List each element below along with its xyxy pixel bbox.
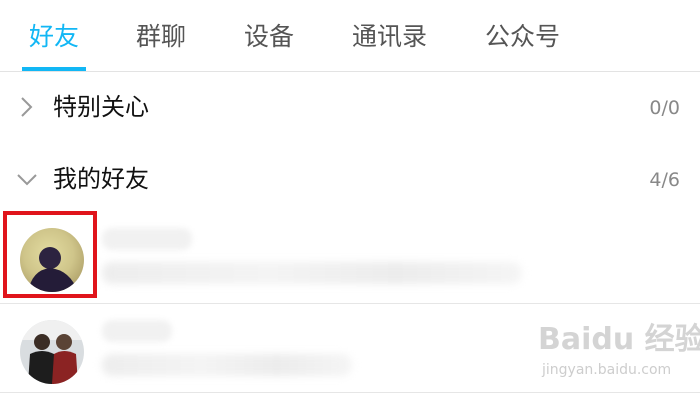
watermark-url: jingyan.baidu.com xyxy=(542,362,672,378)
tab-devices[interactable]: 设备 xyxy=(244,20,294,54)
group-count: 0/0 xyxy=(649,97,680,119)
tab-contacts[interactable]: 通讯录 xyxy=(352,20,427,54)
friend-status-blurred xyxy=(102,354,352,376)
group-title: 特别关心 xyxy=(53,93,149,121)
friend-status-blurred xyxy=(102,262,522,284)
group-title: 我的好友 xyxy=(53,165,149,193)
highlight-box xyxy=(3,211,97,298)
chevron-right-icon xyxy=(21,97,33,117)
tab-group-chats[interactable]: 群聊 xyxy=(136,20,186,54)
group-my-friends[interactable]: 我的好友 4/6 xyxy=(0,150,700,210)
tab-official-accounts[interactable]: 公众号 xyxy=(485,20,560,54)
group-special-care[interactable]: 特别关心 0/0 xyxy=(0,78,700,138)
watermark-text: Baidu 经验 xyxy=(538,322,700,357)
friend-name-blurred xyxy=(102,228,192,250)
watermark: Baidu 经验 jingyan.baidu.com xyxy=(538,320,700,382)
active-tab-indicator xyxy=(22,67,86,71)
avatar xyxy=(20,320,84,384)
chevron-down-icon xyxy=(17,174,37,186)
tab-bar: 好友 群聊 设备 通讯录 公众号 xyxy=(0,0,700,72)
friend-name-blurred xyxy=(102,320,172,342)
tab-friends[interactable]: 好友 xyxy=(29,20,79,54)
divider xyxy=(0,392,700,393)
group-count: 4/6 xyxy=(649,169,680,191)
friend-list-item[interactable] xyxy=(0,210,700,300)
